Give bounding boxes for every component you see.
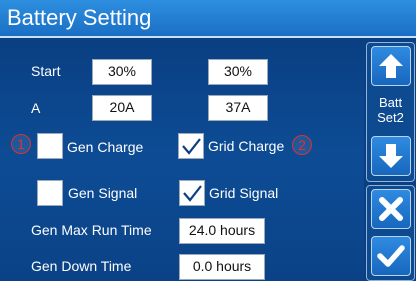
grid-signal-label: Grid Signal (209, 185, 279, 201)
checkmark-icon (183, 185, 202, 202)
start-value-1[interactable]: 30% (92, 59, 152, 85)
start-label: Start (31, 63, 61, 79)
close-icon (379, 197, 403, 221)
start-value-2[interactable]: 30% (208, 59, 268, 85)
gen-max-run-time-label: Gen Max Run Time (31, 222, 152, 238)
gen-down-time-label: Gen Down Time (31, 258, 132, 274)
grid-charge-label: Grid Charge (208, 138, 285, 154)
page-title: Battery Setting (7, 5, 152, 30)
a-value-1[interactable]: 20A (92, 95, 152, 121)
title-bar: Battery Setting (0, 0, 416, 38)
gen-signal-label: Gen Signal (68, 185, 138, 201)
page-nav-group: Batt Set2 (366, 42, 415, 182)
arrow-down-icon (379, 144, 403, 168)
marker-2: 2 (292, 135, 312, 155)
gen-charge-label: Gen Charge (67, 139, 144, 155)
gen-down-time-field[interactable]: 0.0 hours (179, 254, 265, 280)
grid-signal-checkbox[interactable] (179, 180, 205, 206)
arrow-up-icon (379, 54, 403, 78)
a-label: A (31, 100, 41, 116)
a-value-2[interactable]: 37A (208, 95, 268, 121)
gen-max-run-time-field[interactable]: 24.0 hours (179, 218, 265, 244)
marker-1: 1 (11, 134, 31, 154)
action-group (366, 185, 415, 281)
checkmark-icon (182, 138, 201, 155)
grid-charge-checkbox[interactable] (178, 133, 204, 159)
checkmark-icon (377, 245, 405, 267)
side-navigation: Batt Set2 (364, 38, 416, 281)
page-down-button[interactable] (371, 136, 411, 176)
batt-set-label-line1: Batt (378, 95, 403, 110)
batt-set-label-line2: Set2 (377, 110, 404, 125)
gen-charge-checkbox[interactable] (37, 133, 63, 159)
gen-signal-checkbox[interactable] (37, 180, 63, 206)
settings-panel: Start 30% 30% A 20A 37A 1 Gen Charge Gri… (0, 38, 364, 281)
page-up-button[interactable] (371, 46, 411, 86)
cancel-button[interactable] (371, 189, 411, 229)
confirm-button[interactable] (371, 236, 411, 276)
